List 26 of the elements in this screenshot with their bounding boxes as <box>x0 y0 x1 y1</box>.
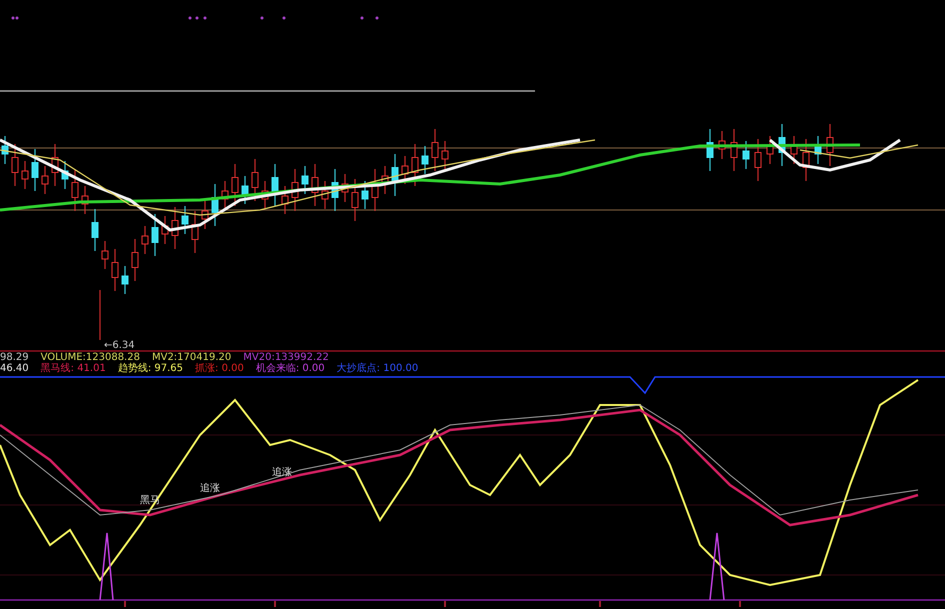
marker-dot <box>360 16 364 20</box>
marker-dot <box>188 16 192 20</box>
axis-tick <box>124 601 126 607</box>
marker-dot <box>282 16 286 20</box>
indicator-value: 抓涨: 0.00 <box>195 363 244 374</box>
indicator-value: 46.40 <box>0 363 29 374</box>
indicator-value: 趋势线: 97.65 <box>118 363 184 374</box>
low-price-label: ←6.34 <box>104 340 135 351</box>
marker-dot <box>376 16 378 20</box>
indicator-value: 98.29 <box>0 352 29 363</box>
indicator-value: 机会来临: 0.00 <box>256 363 325 374</box>
indicator-value: MV2:170419.20 <box>152 352 232 363</box>
marker-dot <box>196 16 198 20</box>
axis-tick <box>444 601 446 607</box>
marker-dot <box>204 16 206 20</box>
indicator-value: MV20:133992.22 <box>243 352 329 363</box>
axis-tick <box>599 601 601 607</box>
indicator-value: 大抄底点: 100.00 <box>336 363 418 374</box>
indicator-value: VOLUME:123088.28 <box>40 352 140 363</box>
chart-label: 追涨 <box>200 483 220 494</box>
signal-spike <box>99 532 114 600</box>
signal-spike <box>709 532 725 600</box>
marker-dot <box>260 16 264 20</box>
indicator-value: 黑马线: 41.01 <box>40 363 106 374</box>
axis-tick <box>274 601 276 607</box>
axis-tick <box>739 601 741 607</box>
